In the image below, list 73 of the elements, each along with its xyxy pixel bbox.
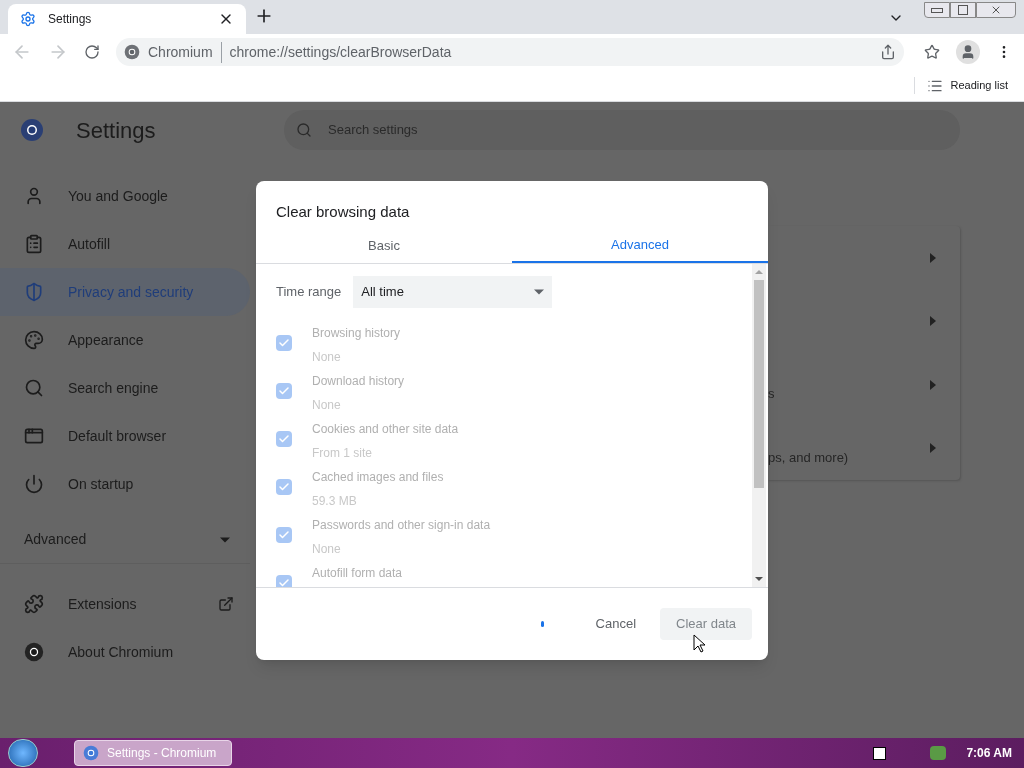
sidebar-item[interactable]: Appearance [0,316,250,364]
chromium-logo [20,118,44,142]
check-icon [278,529,290,541]
option-label: Cached images and files [312,469,444,486]
scrollbar[interactable] [752,264,766,587]
sidebar-item[interactable]: Autofill [0,220,250,268]
dialog-tab[interactable]: Basic [256,228,512,263]
browser-tab[interactable]: Settings [8,4,246,34]
sidebar-item[interactable]: Extensions [0,580,250,628]
sidebar-item[interactable]: Privacy and security [0,268,250,316]
cancel-button[interactable]: Cancel [579,608,652,640]
tab-title: Settings [48,11,93,28]
check-icon [278,481,290,493]
url-text: chrome://settings/clearBrowserData [229,42,453,62]
external-link-icon [218,596,234,612]
sidebar-icon [24,330,44,350]
dialog-title: Clear browsing data [275,202,411,222]
scroll-up-icon [755,270,763,274]
advanced-section[interactable]: Advanced [0,516,250,564]
reading-list-button[interactable]: Reading list [913,77,1008,94]
option-label: Passwords and other sign-in data [312,517,491,534]
option-label: Download history [312,373,405,390]
minimize-button[interactable] [924,2,950,18]
sidebar-icon [24,426,44,446]
mouse-cursor [693,634,705,653]
clock[interactable]: 7:06 AM [966,744,1012,762]
share-icon[interactable] [880,44,896,60]
sidebar-item[interactable]: Search engine [0,364,250,412]
sidebar-icon [24,378,44,398]
settings-icon [20,11,36,27]
dialog-tab[interactable]: Advanced [512,228,768,263]
option-label: Browsing history [312,325,401,342]
option-label: Autofill form data [312,565,403,582]
check-icon [278,337,290,349]
sidebar-icon [24,282,44,302]
check-icon [278,385,290,397]
caret-icon [220,536,230,543]
sidebar-icon [24,186,44,206]
time-range-label: Time range [276,283,342,302]
sidebar-icon [24,474,44,494]
address-bar[interactable]: Chromium chrome://settings/clearBrowserData [116,38,904,66]
option-label: Cookies and other site data [312,421,459,438]
taskbar-window-button[interactable]: Settings - Chromium [74,740,232,766]
arrow-icon[interactable] [930,316,936,327]
caret-icon [534,289,545,295]
restore-button[interactable] [950,2,976,18]
settings-title: Settings [76,116,156,145]
bookmark-star-icon[interactable] [924,44,940,60]
search-icon [296,122,312,138]
close-window-button[interactable] [976,2,1016,18]
row-subtitle: s [768,385,775,403]
check-icon [278,577,290,587]
site-name: Chromium [148,41,222,63]
sidebar-item[interactable]: Default browser [0,412,250,460]
arrow-icon[interactable] [930,252,936,263]
scroll-down-icon [755,577,763,581]
start-button[interactable] [8,739,38,767]
arrow-icon[interactable] [930,443,936,454]
chromium-icon [83,745,99,761]
row-subtitle: ps, and more) [768,448,849,467]
puzzle-icon [24,594,44,614]
reload-button[interactable] [84,44,100,60]
sidebar-item[interactable]: About Chromium [0,628,250,676]
time-range-select[interactable]: All time [353,276,553,308]
arrow-icon[interactable] [930,379,936,390]
profile-avatar[interactable] [956,40,980,64]
sidebar-icon [24,234,44,254]
check-icon [278,433,290,445]
chromium-icon [124,44,140,60]
close-icon [990,4,1002,16]
sidebar-item[interactable]: You and Google [0,172,250,220]
chromium-icon [24,642,44,662]
sidebar-item[interactable]: On startup [0,460,250,508]
